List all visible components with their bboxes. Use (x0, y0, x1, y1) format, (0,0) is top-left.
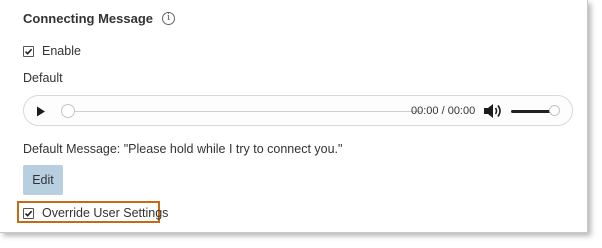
section-title-text: Connecting Message (23, 11, 154, 26)
default-message-text: Default Message: "Please hold while I tr… (23, 142, 343, 156)
check-mark-icon (24, 48, 33, 55)
seek-handle[interactable] (61, 104, 75, 118)
play-button[interactable] (33, 103, 49, 119)
enable-checkbox[interactable] (23, 45, 34, 57)
volume-handle[interactable] (549, 105, 561, 116)
connecting-message-panel: Connecting Message i Enable Default 00:0… (0, 0, 588, 233)
check-mark-icon (24, 210, 33, 217)
override-label: Override User Settings (42, 206, 169, 220)
default-label: Default (23, 71, 63, 85)
volume-icon[interactable] (483, 103, 503, 119)
edit-button[interactable]: Edit (23, 165, 63, 195)
seek-bar[interactable] (68, 111, 422, 112)
section-title: Connecting Message i (23, 11, 176, 26)
info-icon[interactable]: i (162, 12, 176, 25)
enable-label: Enable (42, 44, 81, 58)
play-icon (37, 106, 45, 116)
audio-player: 00:00 / 00:00 (23, 95, 573, 126)
override-checkbox-row[interactable]: Override User Settings (23, 206, 168, 220)
time-display: 00:00 / 00:00 (411, 105, 476, 117)
override-checkbox[interactable] (23, 207, 34, 219)
enable-checkbox-row[interactable]: Enable (23, 44, 81, 58)
